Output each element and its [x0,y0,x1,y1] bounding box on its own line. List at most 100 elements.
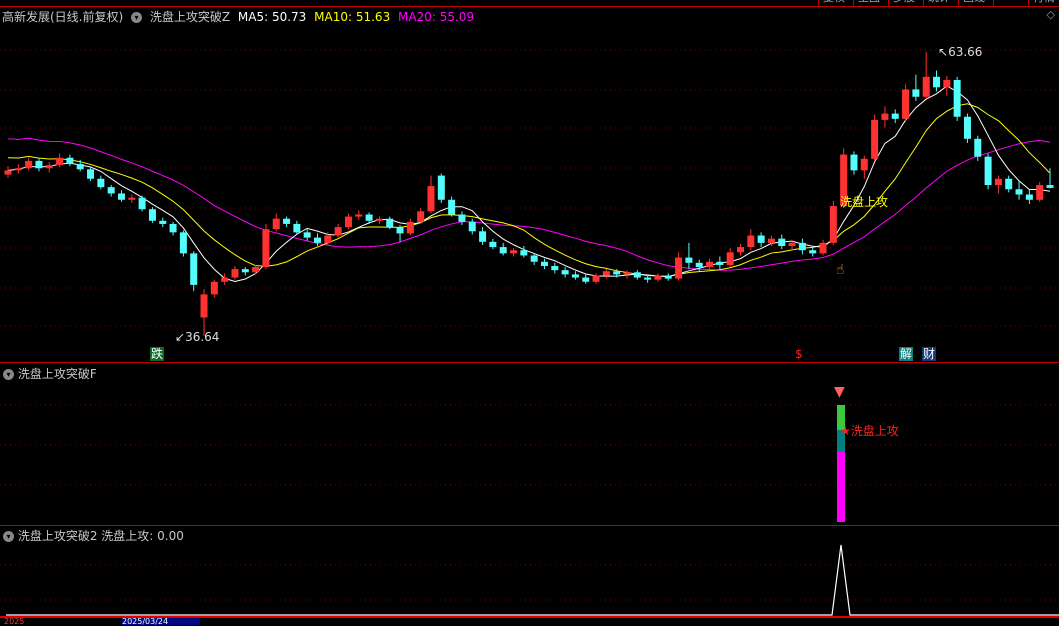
candle-down [87,169,95,179]
candle-down [169,223,177,233]
candle-down [386,218,394,228]
candle-up [272,218,280,230]
candle-up [675,257,683,279]
panel-f-title: ▾ 洗盘上攻突破F [3,365,97,382]
candle-down [35,160,43,169]
candle-down [571,274,579,278]
candle-down [963,116,971,139]
candle-down [314,237,322,243]
candle-down [448,199,456,215]
candle-down [551,265,559,271]
candle-down [76,164,84,170]
candle-down [933,76,941,88]
candle-down [633,272,641,278]
candle-up [994,178,1002,186]
candle-down [850,154,858,171]
candle-down [582,277,590,282]
panel-2-name[interactable]: 洗盘上攻突破2 [18,529,98,543]
candle-up [427,186,435,212]
candle-up [4,170,12,175]
candle-up [726,252,734,265]
candle-up [128,197,136,200]
candle-up [200,294,208,318]
candle-down [1005,178,1013,190]
chevron-down-icon[interactable]: ▾ [3,531,14,542]
candle-up [829,206,837,243]
candle-down [891,113,899,119]
candle-up [417,211,425,222]
date-start: 2025 [4,617,25,626]
marker-drop[interactable]: 跌 [150,347,165,361]
candle-up [902,89,910,119]
candle-up [706,261,714,268]
candle-up [767,238,775,243]
candle-up [922,76,930,97]
panel-2-title: ▾ 洗盘上攻突破2 洗盘上攻: 0.00 [3,527,184,544]
candle-down [437,175,445,200]
candle-up [510,250,518,254]
candle-down [458,214,466,222]
candle-up [602,271,610,276]
candle-down [520,250,528,256]
candle-down [695,262,703,268]
candle-down [499,247,507,254]
candle-up [747,235,755,248]
candle-up [262,229,270,268]
candle-down [479,231,487,242]
candle-down [644,277,652,280]
candle-down [396,227,404,234]
candle-up [210,281,218,295]
candle-down [148,209,156,221]
candle-down [97,178,105,188]
candle-down [953,79,961,117]
candle-up [592,275,600,282]
marker-unlock[interactable]: 解 [899,347,914,361]
candle-up [324,235,332,243]
candle-down [138,197,146,210]
candle-down [241,269,249,273]
candle-down [468,221,476,232]
low-price-label: ↙36.64 [175,330,220,344]
candle-down [757,235,765,243]
candle-down [190,253,198,285]
candle-up [252,267,260,273]
hand-cursor-icon: ☝ [836,262,845,278]
signal-text: ★洗盘上攻 [840,424,899,438]
candle-down [809,250,817,254]
signal-bar-magenta [837,452,845,522]
candle-down [107,187,115,194]
candle-down [117,193,125,200]
signal-spike-line [6,544,1059,616]
candle-down [664,275,672,279]
marker-finance[interactable]: 财 [922,347,937,361]
panel-2-value: 洗盘上攻: 0.00 [101,529,184,543]
candle-up [736,247,744,253]
candle-up [45,165,53,169]
ma20-line [7,137,1051,271]
candle-up [25,160,33,169]
candle-up [943,79,951,88]
candle-down [159,220,167,224]
candle-up [819,242,827,254]
candle-down [1046,185,1054,188]
chevron-down-icon[interactable]: ▾ [3,369,14,380]
candle-down [293,223,301,233]
candle-down [561,270,569,275]
candle-down [365,214,373,221]
candle-down [1025,194,1033,200]
candle-down [778,238,786,247]
candle-down [303,232,311,238]
date-axis[interactable]: 2025 2025/03/24 [0,616,1059,626]
candle-up [375,218,383,221]
panel-separator[interactable] [0,525,1059,526]
panel-f-name[interactable]: 洗盘上攻突破F [18,367,97,381]
candle-up [1036,185,1044,200]
marker-money[interactable]: $ [794,347,804,361]
candle-up [860,158,868,171]
panel-separator[interactable] [0,362,1059,363]
candle-down [685,257,693,263]
candle-down [613,271,621,275]
high-price-label: ↖63.66 [938,45,983,59]
candle-up [221,277,229,282]
candle-up [881,113,889,120]
